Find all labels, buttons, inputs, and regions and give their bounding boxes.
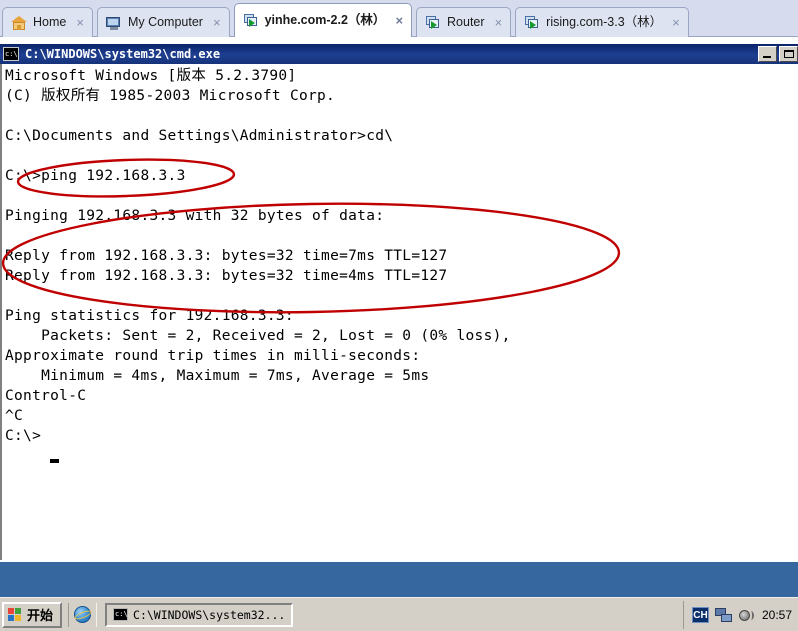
tab-rising[interactable]: rising.com-3.3（林） × [515, 7, 689, 37]
console-cursor [50, 459, 59, 463]
remote-desktop-icon [425, 15, 441, 31]
ime-indicator[interactable]: CH [691, 607, 709, 623]
cmd-icon [113, 608, 129, 621]
console-output: Microsoft Windows [版本 5.2.3790] (C) 版权所有… [5, 68, 511, 444]
tab-label: yinhe.com-2.2（林） [264, 13, 386, 28]
tab-home[interactable]: Home × [2, 7, 93, 37]
remote-desktop-icon [524, 15, 540, 31]
maximize-button[interactable] [779, 46, 798, 62]
tab-close-icon[interactable]: × [672, 15, 680, 30]
internet-explorer-icon[interactable] [74, 606, 92, 623]
tab-my-computer[interactable]: My Computer × [96, 7, 230, 37]
tab-label: Home [33, 15, 67, 30]
taskbar-items: C:\WINDOWS\system32... [105, 602, 294, 627]
minimize-button[interactable] [758, 46, 777, 62]
tab-yinhe[interactable]: yinhe.com-2.2（林） × [233, 3, 413, 37]
clock[interactable]: 20:57 [760, 608, 792, 622]
system-tray: CH 20:57 [682, 601, 798, 629]
volume-icon[interactable] [738, 608, 754, 623]
screen: Home × My Computer × yinhe.com-2.2（林） × [0, 0, 798, 631]
tab-close-icon[interactable]: × [76, 15, 84, 30]
desktop-background-band [0, 560, 798, 597]
tab-router[interactable]: Router × [416, 7, 512, 37]
network-icon[interactable] [714, 607, 732, 623]
taskbar-item-label: C:\WINDOWS\system32... [133, 607, 286, 622]
home-icon [11, 15, 27, 31]
window-title: C:\WINDOWS\system32\cmd.exe [25, 47, 221, 61]
tab-label: My Computer [127, 15, 203, 30]
tab-label: Router [447, 15, 485, 30]
command-prompt-window: C:\WINDOWS\system32\cmd.exe Microsoft Wi… [0, 44, 798, 560]
start-button[interactable]: 开始 [2, 601, 63, 628]
remote-desktop-icon [243, 13, 259, 29]
tab-close-icon[interactable]: × [495, 15, 503, 30]
tab-close-icon[interactable]: × [213, 15, 221, 30]
tab-bar: Home × My Computer × yinhe.com-2.2（林） × [0, 0, 798, 37]
computer-icon [105, 15, 122, 31]
taskbar: 开始 C:\WINDOWS\system32... CH 20:57 [0, 597, 798, 631]
taskbar-item-cmd[interactable]: C:\WINDOWS\system32... [105, 602, 294, 627]
quick-launch-bar [68, 602, 98, 627]
console-body[interactable]: Microsoft Windows [版本 5.2.3790] (C) 版权所有… [0, 64, 798, 560]
tab-close-icon[interactable]: × [395, 13, 403, 28]
window-controls [758, 46, 798, 62]
tab-strip: Home × My Computer × yinhe.com-2.2（林） × [2, 2, 693, 37]
tab-label: rising.com-3.3（林） [546, 15, 663, 30]
window-title-bar[interactable]: C:\WINDOWS\system32\cmd.exe [0, 44, 798, 64]
cmd-icon [3, 47, 19, 61]
start-button-label: 开始 [27, 608, 54, 623]
windows-flag-icon [8, 607, 23, 622]
